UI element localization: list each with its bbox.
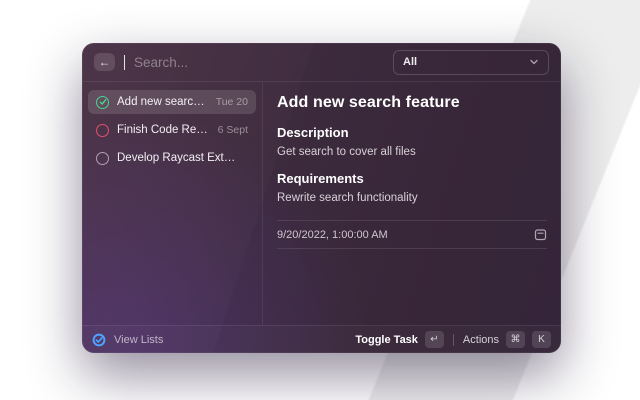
task-due-badge: 6 Sept [218,124,248,136]
task-row-raycast-extension[interactable]: Develop Raycast Extension [88,146,256,170]
description-heading: Description [277,125,547,140]
task-list: Add new search feature Tue 20 Finish Cod… [82,82,263,325]
due-date-value: 9/20/2022, 1:00:00 AM [277,229,388,241]
return-key-badge: ↵ [425,331,444,348]
task-label: Add new search feature [117,96,208,108]
text-cursor [124,55,125,70]
task-label: Finish Code Reviews [117,124,210,136]
task-row-code-reviews[interactable]: Finish Code Reviews 6 Sept [88,118,256,142]
actions-button[interactable]: Actions [463,334,499,346]
detail-title: Add new search feature [277,94,547,112]
task-row-add-search[interactable]: Add new search feature Tue 20 [88,90,256,114]
filter-dropdown-value: All [403,56,417,68]
due-date-row[interactable]: 9/20/2022, 1:00:00 AM [277,221,547,248]
back-button[interactable]: ← [94,53,115,71]
search-input[interactable] [134,55,384,70]
back-arrow-icon: ← [99,55,111,69]
raycast-window: ← All Add new search feature Tue 20 Fini… [82,43,561,353]
cmd-key-badge: ⌘ [506,331,525,348]
task-label: Develop Raycast Extension [117,152,240,164]
footer-actions: Toggle Task ↵ Actions ⌘ K [355,331,551,348]
circle-outline-icon[interactable] [96,152,109,165]
due-date-block: 9/20/2022, 1:00:00 AM [277,220,547,249]
k-key-badge: K [532,331,551,348]
requirements-heading: Requirements [277,171,547,186]
calendar-icon[interactable] [534,228,547,241]
task-detail-panel: Add new search feature Description Get s… [263,82,561,325]
footer-divider [453,334,454,346]
view-lists-label[interactable]: View Lists [114,334,163,346]
task-due-badge: Tue 20 [216,96,248,108]
todo-list-app-icon [92,333,106,347]
requirements-body: Rewrite search functionality [277,192,547,204]
description-body: Get search to cover all files [277,146,547,158]
chevron-down-icon [529,57,539,67]
filter-dropdown[interactable]: All [393,50,549,75]
search-bar: ← All [82,43,561,82]
toggle-task-button[interactable]: Toggle Task [355,334,418,346]
circle-outline-icon[interactable] [96,124,109,137]
check-circle-icon[interactable] [96,96,109,109]
main-area: Add new search feature Tue 20 Finish Cod… [82,82,561,325]
action-bar: View Lists Toggle Task ↵ Actions ⌘ K [82,325,561,353]
